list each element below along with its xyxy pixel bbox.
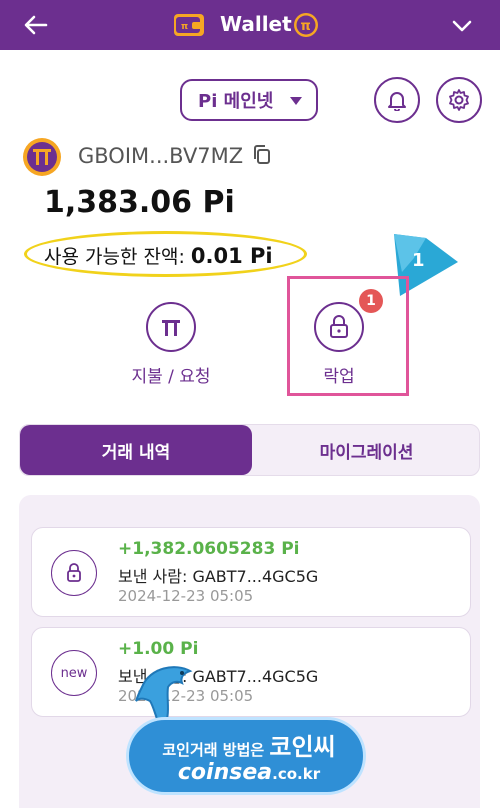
gear-icon — [449, 89, 469, 111]
settings-button[interactable] — [436, 77, 482, 123]
pi-symbol-icon — [162, 320, 180, 336]
lock-icon — [330, 315, 348, 338]
transaction-amount: +1,382.0605283 Pi — [118, 539, 300, 559]
transaction-amount: +1.00 Pi — [118, 639, 199, 659]
watermark-line2-small: .co.kr — [272, 765, 321, 783]
lockup-label: 락업 — [323, 367, 355, 387]
available-balance-label: 사용 가능한 잔액: — [44, 246, 191, 268]
tab-migration[interactable]: 마이그레이션 — [252, 425, 479, 475]
network-select[interactable]: Pi 메인넷 — [180, 79, 318, 121]
transaction-item[interactable]: +1,382.0605283 Pi 보낸 사람: GABT7...4GC5G 2… — [31, 527, 471, 617]
bell-icon — [388, 92, 406, 111]
svg-text:π: π — [301, 19, 311, 34]
tab-bar: 거래 내역 마이그레이션 — [19, 424, 480, 476]
wallet-address: GBOIM...BV7MZ — [78, 144, 244, 168]
pay-request-label: 지불 / 요청 — [131, 367, 211, 387]
lockup-icon-ring — [314, 302, 364, 352]
watermark-line2: coinsea.co.kr — [129, 760, 369, 785]
back-arrow-icon[interactable] — [22, 11, 50, 39]
watermark-line1: 코인거래 방법은 코인씨 — [129, 727, 369, 762]
lockup-count-badge: 1 — [359, 289, 383, 313]
pay-request-icon-ring — [146, 302, 196, 352]
watermark-banner: 코인거래 방법은 코인씨 coinsea.co.kr — [126, 717, 366, 795]
lockup-button[interactable]: 락업 — [279, 302, 399, 387]
total-balance: 1,383.06 Pi — [44, 185, 235, 220]
transaction-new-icon: new — [51, 650, 97, 696]
pay-request-button[interactable]: 지불 / 요청 — [111, 302, 231, 387]
transaction-lock-icon-ring — [51, 550, 97, 596]
copy-icon[interactable] — [252, 144, 272, 166]
tab-transaction-history[interactable]: 거래 내역 — [20, 425, 252, 475]
watermark-line2-big: coinsea — [177, 760, 273, 785]
lock-icon — [67, 563, 81, 582]
wallet-icon: π — [174, 14, 204, 36]
page-title: Wallet — [220, 12, 292, 36]
watermark-line1-small: 코인거래 방법은 — [162, 741, 270, 759]
annotation-number: 1 — [412, 250, 425, 271]
pi-logo-icon — [23, 138, 61, 176]
chevron-down-icon[interactable] — [450, 14, 474, 38]
available-balance: 사용 가능한 잔액: 0.01 Pi — [44, 242, 273, 269]
app-header: π Wallet π — [0, 0, 500, 50]
watermark-line1-big: 코인씨 — [269, 733, 336, 761]
available-balance-value: 0.01 Pi — [190, 244, 273, 268]
caret-down-icon — [290, 97, 302, 105]
transaction-sender: 보낸 사람: GABT7...4GC5G — [118, 567, 319, 586]
transaction-date: 2024-12-23 05:05 — [118, 587, 254, 605]
network-select-value: Pi 메인넷 — [198, 91, 274, 112]
notifications-button[interactable] — [374, 77, 420, 123]
coinsea-watermark: 코인거래 방법은 코인씨 coinsea.co.kr — [126, 657, 366, 797]
svg-text:π: π — [181, 22, 188, 32]
pi-coin-icon: π — [294, 13, 318, 37]
